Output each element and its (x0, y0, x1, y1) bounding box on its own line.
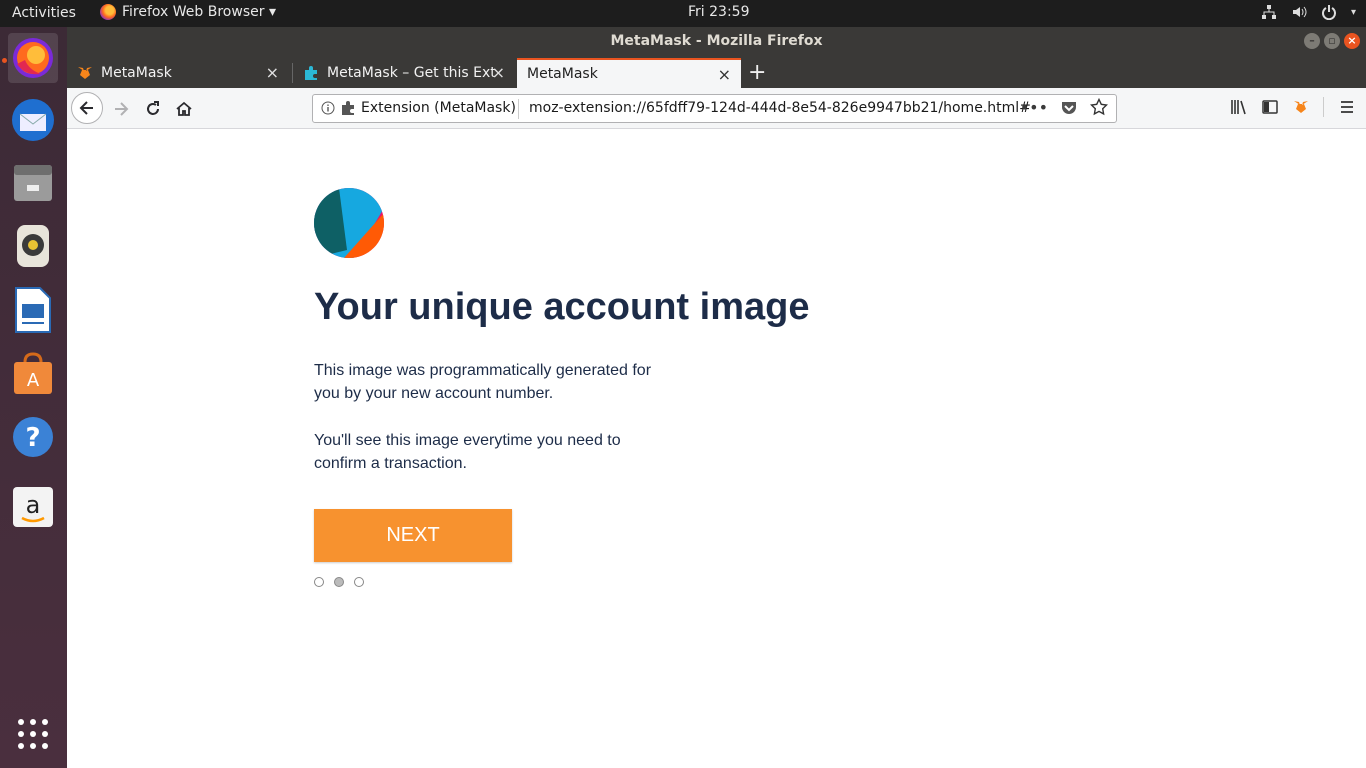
step-dot (314, 577, 324, 587)
tab-label: MetaMask – Get this Ext (327, 65, 495, 81)
close-window-button[interactable]: × (1344, 33, 1360, 49)
power-icon[interactable] (1321, 4, 1337, 20)
tab-get-extension[interactable]: MetaMask – Get this Ext × (293, 58, 515, 88)
clock[interactable]: Fri 23:59 (688, 4, 749, 20)
svg-text:A: A (27, 370, 40, 391)
metamask-fox-icon (78, 67, 92, 79)
tab-close-button[interactable]: × (718, 65, 731, 84)
new-tab-button[interactable]: + (748, 60, 766, 85)
arrow-right-icon (115, 102, 129, 116)
maximize-button[interactable]: ▫ (1324, 33, 1340, 49)
step-indicator (314, 577, 364, 587)
identity-separator (518, 99, 519, 119)
page-title: Your unique account image (314, 286, 810, 328)
puzzle-piece-icon (305, 66, 317, 80)
home-button[interactable] (170, 95, 198, 123)
system-tray: ▾ (1261, 4, 1356, 20)
activities-button[interactable]: Activities (12, 5, 76, 21)
page-content: Your unique account image This image was… (67, 129, 1366, 768)
software-center-icon[interactable]: A (8, 349, 58, 399)
step-dot (354, 577, 364, 587)
reload-button[interactable] (139, 95, 167, 123)
reload-icon (147, 101, 159, 115)
page-actions: ••• (1020, 98, 1108, 117)
account-identicon (314, 188, 384, 258)
description-paragraph-2: You'll see this image everytime you need… (314, 432, 621, 472)
tab-metamask-1[interactable]: MetaMask × (67, 58, 289, 88)
arrow-left-icon (79, 101, 93, 115)
url-text[interactable]: moz-extension://65fdff79-124d-444d-8e54-… (529, 100, 1031, 116)
pocket-icon[interactable] (1060, 98, 1078, 116)
window-controls: – ▫ × (1304, 33, 1360, 49)
tab-label: MetaMask (527, 66, 598, 82)
network-icon[interactable] (1261, 4, 1277, 20)
minimize-button[interactable]: – (1304, 33, 1320, 49)
show-apps-icon[interactable] (18, 719, 48, 749)
system-top-bar: Activities Firefox Web Browser ▾ Fri 23:… (0, 0, 1366, 27)
hamburger-menu-icon[interactable] (1338, 98, 1356, 116)
window-title: MetaMask - Mozilla Firefox (610, 33, 823, 49)
url-bar[interactable]: Extension (MetaMask) moz-extension://65f… (312, 94, 1117, 123)
library-icon[interactable] (1229, 98, 1247, 116)
toolbar-right (1229, 97, 1356, 117)
tray-menu-arrow-icon[interactable]: ▾ (1351, 7, 1356, 18)
running-indicator (2, 58, 7, 63)
next-button[interactable]: NEXT (314, 509, 512, 562)
tab-label: MetaMask (101, 65, 172, 81)
page-actions-menu-icon[interactable]: ••• (1020, 98, 1048, 117)
site-identity[interactable]: Extension (MetaMask) (321, 100, 516, 116)
thunderbird-icon[interactable] (8, 95, 58, 145)
rhythmbox-icon[interactable] (8, 221, 58, 271)
step-dot (334, 577, 344, 587)
tab-close-button[interactable]: × (492, 63, 505, 82)
libreoffice-writer-icon[interactable] (8, 285, 58, 335)
firefox-small-icon (100, 4, 116, 20)
forward-button[interactable] (107, 95, 135, 123)
firefox-icon[interactable] (8, 33, 58, 83)
toolbar-separator (1323, 97, 1324, 117)
app-menu[interactable]: Firefox Web Browser ▾ (100, 4, 276, 20)
window-title-bar: MetaMask - Mozilla Firefox – ▫ × (67, 27, 1366, 55)
app-menu-label: Firefox Web Browser ▾ (122, 4, 276, 20)
svg-text:?: ? (25, 423, 40, 453)
navigation-toolbar: Extension (MetaMask) moz-extension://65f… (67, 88, 1366, 129)
volume-icon[interactable] (1291, 4, 1307, 20)
extension-puzzle-icon (342, 101, 354, 115)
help-icon[interactable]: ? (8, 412, 58, 462)
amazon-icon[interactable]: a (8, 482, 58, 532)
sidebar-icon[interactable] (1261, 98, 1279, 116)
files-icon[interactable] (8, 158, 58, 208)
ubuntu-dock: A ? a (0, 27, 67, 768)
back-button[interactable] (71, 92, 103, 124)
info-icon (321, 101, 335, 115)
metamask-extension-icon[interactable] (1293, 99, 1309, 115)
tab-bar: MetaMask × MetaMask – Get this Ext × Met… (67, 55, 1366, 88)
description-paragraph-1: This image was programmatically generate… (314, 362, 652, 402)
bookmark-star-icon[interactable] (1090, 98, 1108, 116)
tab-metamask-active[interactable]: MetaMask × (517, 58, 741, 88)
svg-text:a: a (26, 491, 41, 519)
home-icon (176, 101, 192, 116)
identity-label: Extension (MetaMask) (361, 100, 516, 116)
tab-close-button[interactable]: × (266, 63, 279, 82)
